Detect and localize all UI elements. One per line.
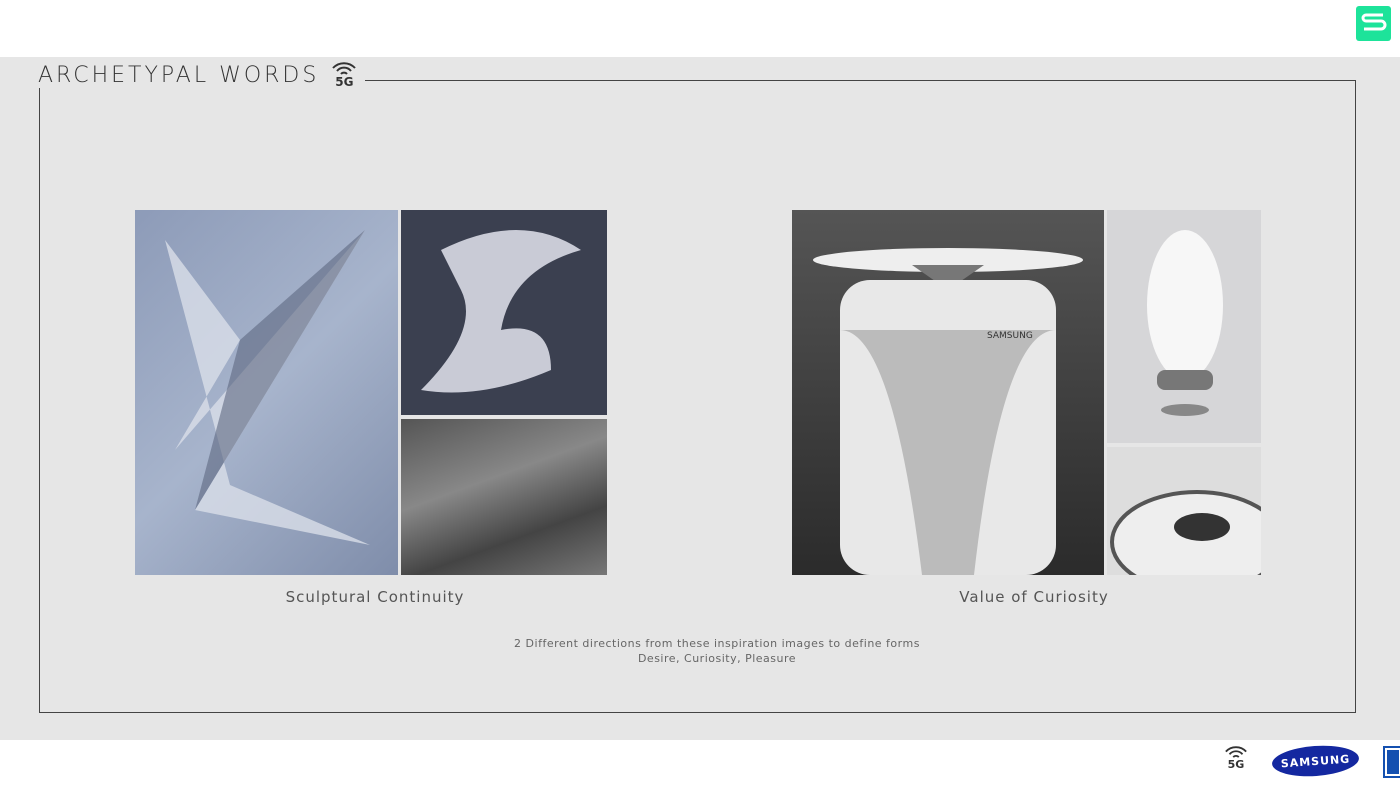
caption-sculptural-continuity: Sculptural Continuity	[285, 588, 465, 606]
footer-5g-label: 5G	[1227, 758, 1245, 771]
title-text: ARCHETYPAL WORDS	[38, 62, 320, 88]
footer-5g-icon: 5G	[1224, 746, 1248, 771]
product-brand-label: SAMSUNG	[987, 331, 1033, 341]
samsung-logo-text: SAMSUNG	[1280, 752, 1351, 770]
egg-speaker-image	[1107, 210, 1261, 443]
samsung-logo: SAMSUNG	[1271, 743, 1360, 779]
5g-label: 5G	[335, 75, 354, 89]
page-indicator	[1383, 746, 1400, 778]
slide-title: ARCHETYPAL WORDS 5G	[30, 62, 366, 88]
note-line-1: 2 Different directions from these inspir…	[514, 637, 920, 650]
geometric-folds-image	[401, 419, 607, 575]
sculpture-relief-image	[135, 210, 398, 575]
slide-note: 2 Different directions from these inspir…	[417, 636, 1017, 666]
paper-curl-image	[401, 210, 607, 415]
5g-icon: 5G	[331, 62, 357, 88]
note-line-2: Desire, Curiosity, Pleasure	[637, 652, 797, 665]
caption-value-of-curiosity: Value of Curiosity	[959, 588, 1109, 606]
air-purifier-image: SAMSUNG	[792, 210, 1104, 575]
device-top-image	[1107, 447, 1261, 575]
brand-s-logo	[1356, 6, 1391, 41]
